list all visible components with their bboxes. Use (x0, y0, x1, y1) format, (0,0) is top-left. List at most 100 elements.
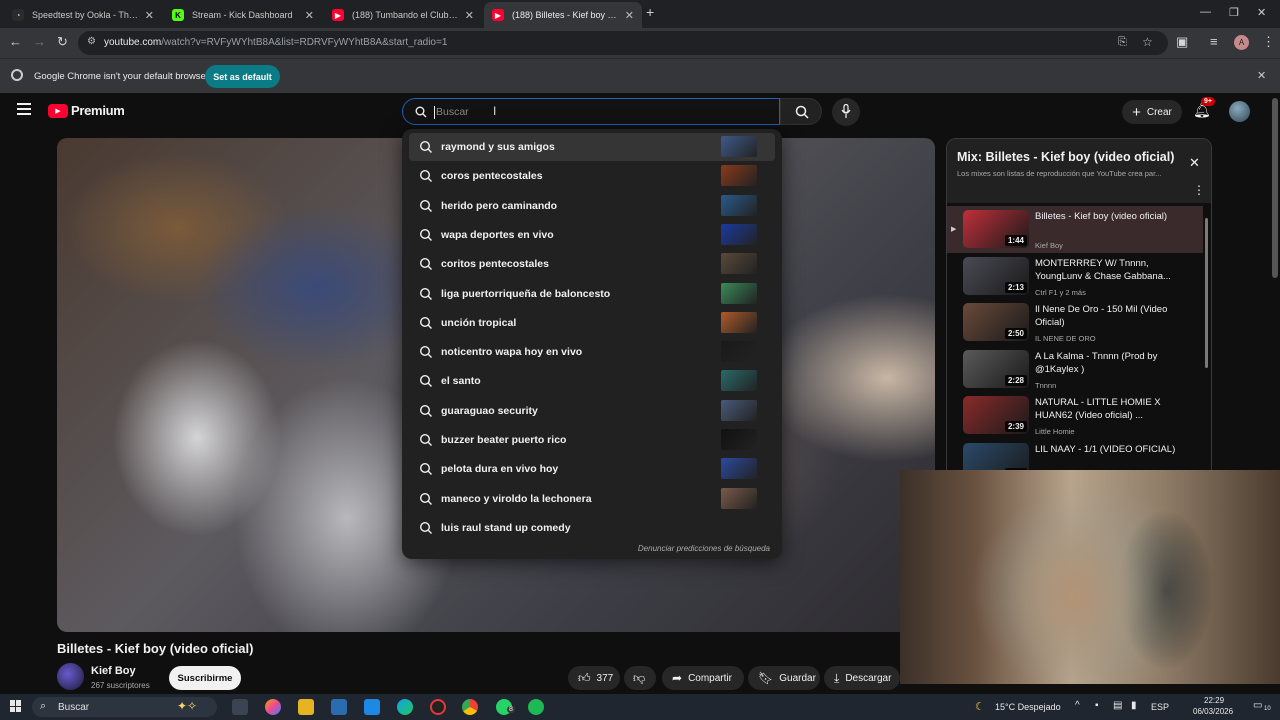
file-explorer-icon[interactable] (298, 699, 314, 715)
search-suggestion[interactable]: guaraguao security (409, 397, 775, 425)
hamburger-menu-icon[interactable] (17, 103, 31, 115)
share-label: Compartir (688, 672, 732, 684)
channel-avatar[interactable] (57, 663, 84, 690)
network-icon[interactable]: ▤ (1113, 700, 1122, 711)
outlook-icon[interactable] (364, 699, 380, 715)
search-suggestion[interactable]: coros pentecostales (409, 162, 775, 190)
chrome-menu-icon[interactable]: ⋮ (1262, 34, 1275, 50)
mix-scrollbar[interactable] (1205, 218, 1208, 368)
close-tab-icon[interactable]: ✕ (305, 9, 314, 22)
save-button[interactable]: 🔖︎ Guardar (748, 666, 820, 690)
channel-name[interactable]: Kief Boy (91, 665, 136, 677)
close-tab-icon[interactable]: ✕ (625, 9, 634, 22)
suggestion-text: noticentro wapa hoy en vivo (441, 346, 583, 359)
text-caret (434, 106, 435, 119)
search-suggestion[interactable]: herido pero caminando (409, 192, 775, 220)
search-suggestion[interactable]: maneco y viroldo la lechonera (409, 485, 775, 513)
close-mix-icon[interactable]: ✕ (1189, 155, 1200, 171)
forward-icon[interactable]: → (33, 34, 46, 49)
search-button[interactable] (780, 98, 822, 125)
search-suggestion[interactable]: el santo (409, 367, 775, 395)
search-suggestion[interactable]: coritos pentecostales (409, 250, 775, 278)
page-scrollbar[interactable] (1272, 98, 1278, 278)
tab-speedtest[interactable]: ◔ Speedtest by Ookla - The Glob ✕ (4, 2, 162, 28)
close-window-icon[interactable]: ✕ (1257, 6, 1266, 19)
search-suggestion[interactable]: noticentro wapa hoy en vivo (409, 338, 775, 366)
search-suggestion[interactable]: luis raul stand up comedy (409, 514, 775, 542)
task-view-icon[interactable] (232, 699, 248, 715)
windows-start-icon[interactable] (10, 700, 22, 712)
mix-playlist-item[interactable]: 2:39 NATURAL - LITTLE HOMIE X HUAN62 (Vid… (947, 392, 1203, 439)
thumbs-down-icon: 👎︎ (633, 670, 646, 685)
mix-thumbnail: 1:44 (963, 210, 1029, 248)
mix-playlist-item[interactable]: ▶ 1:44 Billetes - Kief boy (video oficial)… (947, 206, 1203, 253)
reload-icon[interactable]: ↻ (57, 34, 68, 50)
address-bar[interactable]: ⚙ youtube.com/watch?v=RVFyWYhtB8A&list=R… (78, 31, 1168, 55)
tab-billetes-active[interactable]: ▶ (188) Billetes - Kief boy (video ✕ (484, 2, 642, 28)
search-icon (419, 404, 432, 417)
tab-tumbando-el-club[interactable]: ▶ (188) Tumbando el Club (Remi ✕ (324, 2, 482, 28)
close-tab-icon[interactable]: ✕ (145, 9, 154, 22)
weather-text[interactable]: 15°C Despejado (995, 702, 1061, 712)
close-tab-icon[interactable]: ✕ (465, 9, 474, 22)
tab-kick-dashboard[interactable]: K Stream - Kick Dashboard ✕ (164, 2, 322, 28)
like-count: 377 (596, 672, 614, 684)
mix-playlist-item[interactable]: 2:13 MONTERRREY W/ Tnnnn, YoungLunv & Cha… (947, 253, 1203, 300)
site-info-icon[interactable]: ⚙ (87, 36, 96, 47)
media-controls-icon[interactable]: ≡ (1210, 34, 1218, 49)
search-suggestion[interactable]: liga puertorriqueña de baloncesto (409, 280, 775, 308)
tray-app-icon[interactable]: ▪ (1095, 700, 1099, 711)
search-suggestion[interactable]: raymond y sus amigos (409, 133, 775, 161)
extensions-icon[interactable]: ▣ (1176, 34, 1188, 50)
bookmark-star-icon[interactable]: ☆ (1142, 35, 1153, 49)
youtube-premium-logo[interactable]: ▶ Premium (48, 103, 125, 118)
create-button[interactable]: + Crear (1122, 100, 1182, 124)
report-predictions-link[interactable]: Denunciar predicciones de búsqueda (638, 544, 770, 553)
voice-search-button[interactable] (832, 98, 860, 126)
share-button[interactable]: ➦ Compartir (662, 666, 744, 690)
chrome-taskbar-icon[interactable] (462, 699, 478, 715)
spotify-icon[interactable] (528, 699, 544, 715)
tray-overflow-icon[interactable]: ^ (1075, 700, 1080, 711)
notification-center-icon[interactable]: ▭ (1253, 700, 1262, 711)
whatsapp-badge: 8 (507, 706, 515, 713)
mix-playlist-item[interactable]: 2:50 Il Nene De Oro - 150 Mil (Video Ofic… (947, 299, 1203, 346)
mix-more-options-icon[interactable]: ⋮ (1193, 183, 1205, 197)
restore-icon[interactable]: ❐ (1229, 6, 1239, 19)
dislike-button[interactable]: 👎︎ (624, 666, 656, 690)
suggestion-thumbnail (721, 341, 757, 363)
mix-playlist-item[interactable]: 2:28 A La Kalma - Tnnnn (Prod by @1Kaylex… (947, 346, 1203, 393)
install-app-icon[interactable]: ⎘ (1118, 36, 1127, 49)
subscribe-button[interactable]: Suscribirme (169, 666, 241, 690)
download-button[interactable]: ⤓ Descargar (824, 666, 900, 690)
edge-icon[interactable] (397, 699, 413, 715)
profile-avatar[interactable]: A (1234, 35, 1249, 50)
set-as-default-button[interactable]: Set as default (205, 65, 280, 88)
back-icon[interactable]: ← (9, 34, 22, 49)
copilot-icon[interactable] (265, 699, 281, 715)
mix-title[interactable]: Mix: Billetes - Kief boy (video oficial) (957, 150, 1174, 164)
search-suggestion[interactable]: wapa deportes en vivo (409, 221, 775, 249)
search-icon (419, 287, 432, 300)
close-infobar-icon[interactable]: ✕ (1257, 69, 1266, 82)
search-input[interactable]: Buscar I (402, 98, 780, 125)
search-suggestion[interactable]: pelota dura en vivo hoy (409, 455, 775, 483)
suggestion-text: raymond y sus amigos (441, 141, 555, 153)
language-indicator[interactable]: ESP (1151, 702, 1169, 712)
browser-toolbar: ← → ↻ ⚙ youtube.com/watch?v=RVFyWYhtB8A&… (0, 28, 1280, 58)
account-avatar[interactable] (1229, 101, 1250, 122)
suggestion-text: el santo (441, 375, 481, 388)
minimize-icon[interactable]: — (1200, 6, 1211, 18)
search-icon (419, 492, 432, 505)
obs-icon[interactable] (430, 699, 446, 715)
url-path: /watch?v=RVFyWYhtB8A&list=RDRVFyWYhtB8A&… (161, 37, 448, 48)
store-icon[interactable] (331, 699, 347, 715)
new-tab-icon[interactable]: + (646, 4, 654, 20)
clock-time[interactable]: 22:29 (1204, 696, 1224, 705)
search-suggestion[interactable]: buzzer beater puerto rico (409, 426, 775, 454)
mic-tray-icon[interactable]: ▮ (1131, 700, 1137, 711)
like-button[interactable]: 👍︎ 377 (568, 666, 620, 690)
search-suggestion[interactable]: unción tropical (409, 309, 775, 337)
clock-date[interactable]: 06/03/2026 (1193, 707, 1233, 716)
taskbar-search[interactable]: ⌕ Buscar ✦✧ (32, 697, 217, 717)
